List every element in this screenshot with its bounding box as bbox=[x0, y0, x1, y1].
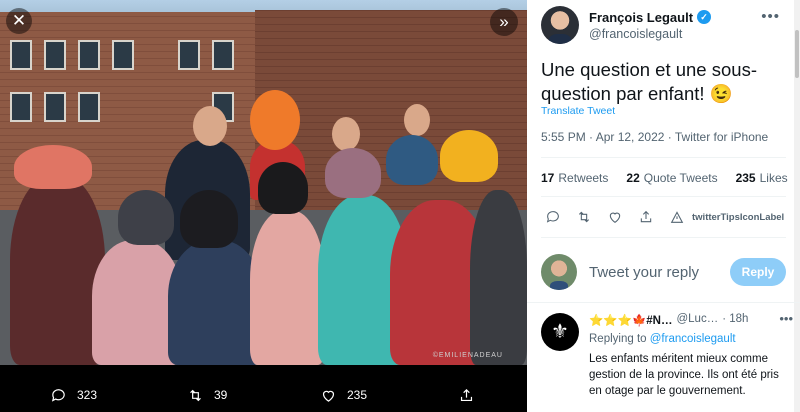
tweet-text: Une question et une sous-question par en… bbox=[541, 59, 757, 104]
fleur-de-lis-avatar-icon[interactable]: ⚜ bbox=[541, 313, 579, 351]
window bbox=[212, 40, 234, 70]
child-hat bbox=[325, 148, 381, 198]
share-icon[interactable] bbox=[638, 209, 654, 225]
reply-more-options-icon[interactable]: ••• bbox=[779, 311, 793, 326]
verified-badge-icon: ✓ bbox=[697, 10, 712, 24]
child bbox=[470, 190, 527, 365]
divider bbox=[541, 237, 786, 238]
reply-icon bbox=[51, 388, 65, 402]
mascot-head bbox=[250, 90, 300, 150]
reply-count: 323 bbox=[77, 388, 98, 402]
replying-to-line: Replying to @francoislegault bbox=[589, 333, 787, 345]
tweet-timestamp[interactable]: 5:55 PM · Apr 12, 2022 · Twitter for iPh… bbox=[541, 130, 768, 144]
close-icon: ✕ bbox=[11, 11, 27, 30]
window bbox=[10, 92, 32, 122]
author-avatar[interactable] bbox=[541, 6, 579, 44]
window bbox=[112, 40, 134, 70]
window bbox=[44, 92, 66, 122]
viewer-avatar[interactable] bbox=[541, 254, 577, 290]
quote-tweets-stat[interactable]: 22 Quote Tweets bbox=[626, 171, 717, 185]
divider bbox=[541, 157, 786, 158]
retweets-stat[interactable]: 17 Retweets bbox=[541, 171, 608, 185]
child-cap bbox=[14, 145, 92, 189]
child-toque bbox=[440, 130, 498, 182]
child bbox=[168, 240, 263, 365]
author-handle[interactable]: @francoislegault bbox=[589, 27, 711, 41]
person-head bbox=[193, 106, 227, 146]
expand-icon: » bbox=[499, 12, 509, 31]
reply-text: Les enfants méritent mieux comme gestion… bbox=[589, 353, 779, 397]
child bbox=[10, 175, 105, 365]
retweet-icon bbox=[190, 389, 201, 401]
replying-to-label: Replying to bbox=[589, 333, 647, 345]
tweet-author[interactable]: François Legault ✓ @francoislegault bbox=[541, 6, 712, 44]
tweet-photo: ©EMILIENADEAU bbox=[0, 0, 527, 365]
reply-button[interactable]: Reply bbox=[730, 258, 786, 286]
more-options-icon[interactable]: ••• bbox=[761, 8, 780, 25]
heart-icon bbox=[322, 390, 335, 402]
child-cap bbox=[180, 190, 238, 248]
reply-author-handle[interactable]: @Luc… bbox=[676, 313, 718, 327]
tips-icon[interactable] bbox=[669, 209, 685, 225]
close-viewer-button[interactable]: ✕ bbox=[6, 8, 32, 34]
replying-to-handle-link[interactable]: @francoislegault bbox=[650, 333, 736, 345]
window bbox=[44, 40, 66, 70]
reply-composer: Tweet your reply Reply bbox=[541, 254, 786, 290]
tweet-stats: 17 Retweets 22 Quote Tweets 235 Likes bbox=[541, 171, 788, 185]
media-viewer: ©EMILIENADEAU ✕ » 323 39 235 bbox=[0, 0, 527, 412]
author-display-name[interactable]: François Legault bbox=[589, 10, 693, 25]
like-count: 235 bbox=[347, 388, 368, 402]
child-hat bbox=[258, 162, 308, 214]
divider bbox=[527, 302, 800, 303]
translate-tweet-link[interactable]: Translate Tweet bbox=[541, 105, 615, 117]
tweet-action-row: twitterTipsIconLabel bbox=[545, 209, 784, 225]
reply-icon[interactable] bbox=[545, 209, 561, 225]
person-head bbox=[332, 117, 360, 151]
likes-stat[interactable]: 235 Likes bbox=[736, 171, 788, 185]
like-action[interactable]: 235 bbox=[320, 387, 367, 404]
reply-input[interactable]: Tweet your reply bbox=[589, 264, 699, 281]
toggle-tweet-panel-button[interactable]: » bbox=[490, 8, 518, 36]
window bbox=[78, 40, 100, 70]
tips-icon-label[interactable]: twitterTipsIconLabel bbox=[692, 212, 784, 223]
tweet-detail-panel: François Legault ✓ @francoislegault ••• … bbox=[527, 0, 800, 412]
share-action[interactable] bbox=[458, 387, 475, 404]
photo-watermark: ©EMILIENADEAU bbox=[432, 352, 503, 359]
window bbox=[10, 40, 32, 70]
reply-action[interactable]: 323 bbox=[50, 387, 97, 404]
window bbox=[178, 40, 200, 70]
retweet-count: 39 bbox=[214, 388, 228, 402]
scrollbar[interactable] bbox=[794, 0, 800, 412]
media-action-bar: 323 39 235 bbox=[0, 378, 527, 412]
retweet-action[interactable]: 39 bbox=[187, 387, 227, 404]
reply-time[interactable]: · 18h bbox=[722, 313, 748, 327]
child-hat bbox=[118, 190, 174, 245]
reply-author-name[interactable]: ⭐⭐⭐🍁#N… bbox=[589, 313, 672, 327]
divider bbox=[541, 196, 786, 197]
retweet-icon[interactable] bbox=[576, 209, 592, 225]
heart-icon[interactable] bbox=[607, 209, 623, 225]
window bbox=[78, 92, 100, 122]
person-head bbox=[404, 104, 430, 136]
child-toque bbox=[386, 135, 438, 185]
share-icon bbox=[460, 388, 473, 401]
child bbox=[250, 210, 325, 365]
scrollbar-thumb[interactable] bbox=[795, 30, 799, 78]
